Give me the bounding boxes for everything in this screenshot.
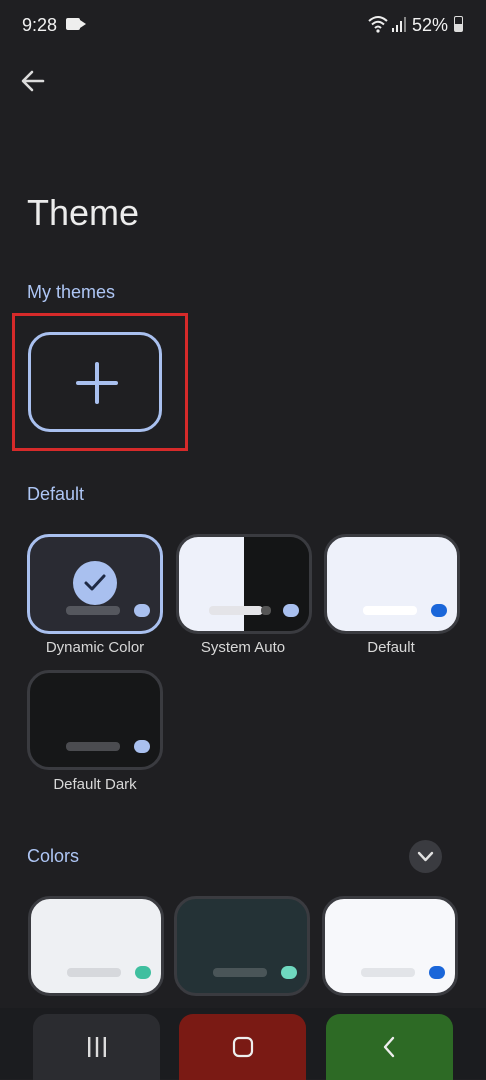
theme-label: Default Dark — [53, 776, 137, 793]
chevron-down-icon[interactable] — [409, 840, 442, 873]
preview-bar — [66, 606, 120, 615]
preview-dot — [283, 604, 299, 617]
section-colors: Colors — [27, 846, 80, 866]
theme-tile-default[interactable] — [324, 534, 460, 634]
nav-home-button[interactable] — [179, 1014, 306, 1080]
wifi-icon — [368, 16, 388, 33]
preview-dot — [281, 966, 297, 979]
preview-dot — [135, 966, 151, 979]
status-bar: 9:28 52% — [0, 0, 486, 50]
color-tile-blue-light[interactable] — [322, 896, 458, 996]
preview-bar — [213, 968, 267, 977]
theme-label: Dynamic Color — [45, 639, 145, 656]
preview-dot — [134, 604, 150, 617]
preview-bar — [209, 606, 263, 615]
highlight-box — [12, 313, 188, 451]
battery-icon — [454, 16, 463, 32]
section-default: Default — [27, 484, 85, 504]
preview-dot — [134, 740, 150, 753]
check-icon — [73, 561, 117, 605]
theme-label: Default — [367, 639, 415, 656]
theme-tile-system-auto[interactable] — [176, 534, 312, 634]
navigation-bar — [0, 1008, 486, 1080]
arrow-left-icon[interactable] — [18, 66, 48, 96]
signal-icon — [392, 17, 406, 32]
preview-bar — [361, 968, 415, 977]
screen-record-icon — [66, 18, 86, 30]
preview-bar — [66, 742, 120, 751]
page-title: Theme — [27, 192, 140, 233]
preview-bar — [363, 606, 417, 615]
preview-dot — [429, 966, 445, 979]
preview-dot — [431, 604, 447, 617]
nav-back-button[interactable] — [326, 1014, 453, 1080]
section-my-themes: My themes — [27, 282, 116, 302]
theme-tile-default-dark[interactable] — [27, 670, 163, 770]
status-time: 9:28 — [22, 15, 58, 35]
recents-icon — [87, 1037, 106, 1057]
theme-tile-dynamic-color[interactable] — [27, 534, 163, 634]
theme-label: System Auto — [200, 639, 286, 656]
chevron-left-icon — [383, 1036, 394, 1058]
home-icon — [232, 1036, 253, 1058]
battery-percent: 52% — [412, 15, 449, 35]
color-tile-teal-light[interactable] — [28, 896, 164, 996]
color-tile-teal-dark[interactable] — [174, 896, 310, 996]
preview-bar — [67, 968, 121, 977]
nav-recents-button[interactable] — [33, 1014, 160, 1080]
